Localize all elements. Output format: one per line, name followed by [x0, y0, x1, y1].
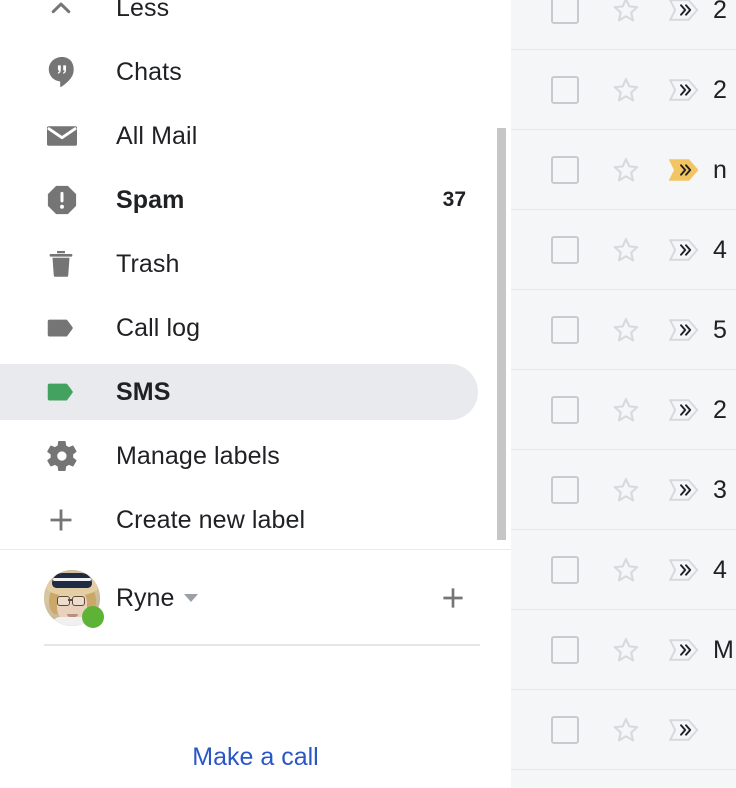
label-tag-icon	[44, 310, 92, 346]
table-row[interactable]: 5	[511, 290, 736, 370]
row-checkbox[interactable]	[551, 155, 579, 184]
table-row[interactable]: n	[511, 130, 736, 210]
important-marker-icon[interactable]	[669, 478, 699, 501]
hangouts-icon	[44, 54, 92, 90]
spam-icon	[44, 182, 92, 218]
sidebar-nav-list: Less Chats All Mail Spam 37 Trash Call l…	[0, 0, 511, 552]
sidebar: Less Chats All Mail Spam 37 Trash Call l…	[0, 0, 511, 788]
star-icon[interactable]	[611, 315, 641, 345]
row-subject: 4	[713, 555, 727, 584]
sidebar-item-create-new-label[interactable]: Create new label	[0, 488, 511, 552]
important-marker-icon[interactable]	[669, 638, 699, 661]
row-checkbox[interactable]	[551, 555, 579, 584]
gmail-sidebar-screen: Less Chats All Mail Spam 37 Trash Call l…	[0, 0, 736, 788]
sidebar-item-label: SMS	[116, 378, 171, 406]
sidebar-item-call-log[interactable]: Call log	[0, 296, 511, 360]
sidebar-item-label: Call log	[116, 314, 201, 342]
row-subject: 5	[713, 315, 727, 344]
table-row[interactable]: M	[511, 610, 736, 690]
sidebar-item-spam[interactable]: Spam 37	[0, 168, 511, 232]
sidebar-item-all-mail[interactable]: All Mail	[0, 104, 511, 168]
make-a-call-link[interactable]: Make a call	[0, 740, 511, 774]
account-section-divider	[0, 549, 511, 550]
star-icon[interactable]	[611, 395, 641, 425]
row-checkbox[interactable]	[551, 715, 579, 744]
row-checkbox[interactable]	[551, 75, 579, 104]
add-account-plus-icon[interactable]	[437, 582, 469, 614]
mail-list: 2 2 n 4 5 2 3 4 M	[511, 0, 736, 788]
row-checkbox[interactable]	[551, 315, 579, 344]
important-marker-icon-active[interactable]	[669, 158, 699, 181]
avatar-wrapper[interactable]	[44, 570, 104, 628]
table-row[interactable]: 3	[511, 450, 736, 530]
row-subject: M	[713, 635, 734, 664]
sidebar-item-label: Manage labels	[116, 442, 280, 470]
sidebar-item-label: Spam	[116, 186, 185, 214]
row-subject: n	[713, 155, 727, 184]
chevron-down-icon[interactable]	[184, 594, 199, 602]
sidebar-item-less[interactable]: Less	[0, 0, 511, 40]
sidebar-item-sms[interactable]: SMS	[0, 360, 511, 424]
table-row[interactable]: 4	[511, 530, 736, 610]
row-checkbox[interactable]	[551, 475, 579, 504]
trash-icon	[44, 247, 92, 281]
star-icon[interactable]	[611, 635, 641, 665]
star-icon[interactable]	[611, 0, 641, 25]
important-marker-icon[interactable]	[669, 0, 699, 21]
status-available-dot	[82, 606, 104, 628]
table-row[interactable]: 2	[511, 370, 736, 450]
account-row[interactable]: Ryne	[0, 560, 511, 636]
table-row[interactable]: 2	[511, 0, 736, 50]
important-marker-icon[interactable]	[669, 238, 699, 261]
important-marker-icon[interactable]	[669, 318, 699, 341]
label-tag-icon	[44, 374, 92, 410]
sidebar-item-label: Trash	[116, 250, 180, 278]
sidebar-item-label: Create new label	[116, 506, 306, 534]
account-name: Ryne	[116, 584, 175, 612]
row-checkbox[interactable]	[551, 235, 579, 264]
sidebar-item-label: Less	[116, 0, 170, 22]
row-subject: 2	[713, 395, 727, 424]
important-marker-icon[interactable]	[669, 78, 699, 101]
bottom-divider	[44, 644, 480, 646]
important-marker-icon[interactable]	[669, 558, 699, 581]
gear-icon	[44, 438, 92, 474]
row-subject: 3	[713, 475, 727, 504]
row-subject: 2	[713, 75, 727, 104]
star-icon[interactable]	[611, 235, 641, 265]
star-icon[interactable]	[611, 555, 641, 585]
table-row[interactable]: 4	[511, 210, 736, 290]
plus-icon	[44, 503, 92, 537]
row-subject: 2	[713, 0, 727, 24]
sidebar-item-trash[interactable]: Trash	[0, 232, 511, 296]
star-icon[interactable]	[611, 475, 641, 505]
row-checkbox[interactable]	[551, 0, 579, 24]
star-icon[interactable]	[611, 715, 641, 745]
mail-icon	[44, 118, 92, 154]
sidebar-item-manage-labels[interactable]: Manage labels	[0, 424, 511, 488]
important-marker-icon[interactable]	[669, 718, 699, 741]
sidebar-item-label: Chats	[116, 58, 182, 86]
sidebar-scrollbar-thumb[interactable]	[497, 128, 506, 540]
sidebar-item-chats[interactable]: Chats	[0, 40, 511, 104]
star-icon[interactable]	[611, 75, 641, 105]
sidebar-item-count: 37	[442, 188, 466, 211]
chevron-up-icon	[44, 0, 92, 25]
important-marker-icon[interactable]	[669, 398, 699, 421]
row-checkbox[interactable]	[551, 635, 579, 664]
star-icon[interactable]	[611, 155, 641, 185]
table-row[interactable]	[511, 690, 736, 770]
sidebar-item-label: All Mail	[116, 122, 198, 150]
table-row[interactable]: 2	[511, 50, 736, 130]
row-checkbox[interactable]	[551, 395, 579, 424]
row-subject: 4	[713, 235, 727, 264]
